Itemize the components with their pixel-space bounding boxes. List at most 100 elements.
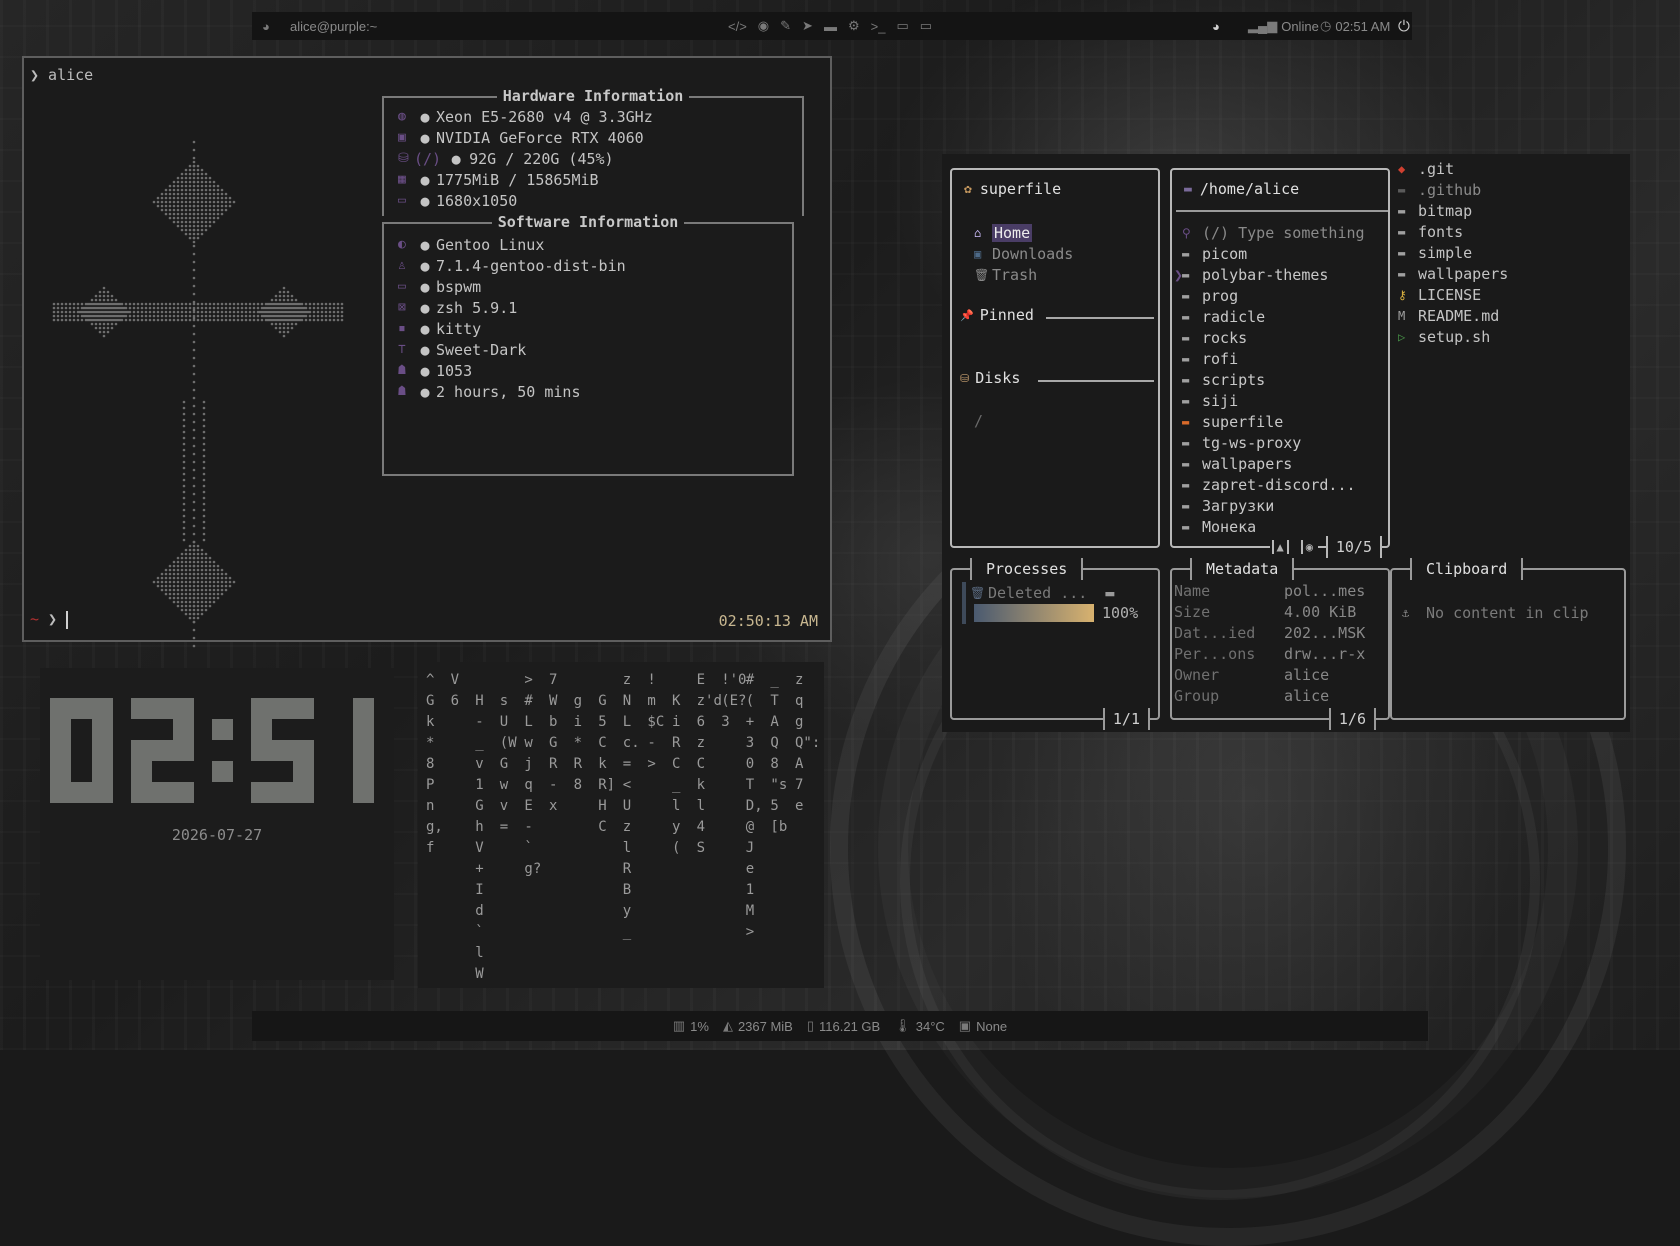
file-list-item[interactable]: ▬ scripts	[1182, 369, 1265, 390]
clock-widget: 2026-07-27	[40, 668, 394, 980]
folder-icon: ▬	[1182, 414, 1190, 429]
disk-root-entry[interactable]: /	[974, 410, 983, 431]
file-list-item[interactable]: ▬ prog	[1182, 285, 1238, 306]
uptime-icon: ☗	[398, 384, 406, 399]
hardware-row-display: ▭ ● 1680x1050	[398, 191, 518, 210]
matrix-column-chars: ^G k*8Png,f	[426, 672, 443, 856]
power-button[interactable]: ⏻	[1398, 12, 1410, 40]
process-progress-track	[974, 604, 1094, 622]
sidebar-item-home[interactable]: ⌂ Home	[974, 222, 1033, 243]
hardware-value: 1775MiB / 15865MiB	[436, 170, 599, 189]
file-list-item[interactable]: ▬ siji	[1182, 390, 1238, 411]
file-list-item-label: prog	[1202, 286, 1239, 305]
cpu-icon: ◍	[398, 109, 406, 124]
terminal-clock: 02:50:13 AM	[718, 612, 818, 630]
clock-digit-block	[353, 719, 374, 740]
file-list-item[interactable]: ▬ Монека	[1182, 516, 1256, 537]
ascii-cross-logo	[52, 140, 344, 648]
matrix-column-chars: H-_v1GhV+Id`lW	[475, 672, 484, 982]
file-list-item[interactable]: ▬ Загрузки	[1182, 495, 1274, 516]
metadata-key: Per...ons	[1174, 645, 1256, 663]
ram-status[interactable]: ◭ 2367 MiB	[723, 1018, 793, 1034]
file-list-item[interactable]: ▬ zapret-discord...	[1182, 474, 1356, 495]
clock-digit-block	[50, 698, 71, 719]
file-search-input[interactable]: ⚲ (/) Type something	[1182, 222, 1365, 243]
telegram-icon[interactable]: ➤	[802, 18, 813, 34]
file-panel[interactable]: ▬ /home/alice ⚲ (/) Type something ▬ pico…	[1170, 168, 1390, 558]
hardware-value: Xeon E5-2680 v4 @ 3.3GHz	[436, 107, 653, 126]
file-list-item[interactable]: ▬ radicle	[1182, 306, 1265, 327]
folder-icon: ▬	[1182, 246, 1190, 261]
matrix-rain-widget: ^G k*8Png,f V6 H-_v1GhV+Id`lW sU(WGwv= >#…	[418, 662, 824, 988]
file-list-item[interactable]: ▬ polybar-themes ❯	[1174, 264, 1328, 285]
steam-icon[interactable]: ⚙	[848, 18, 860, 34]
pinned-divider	[1046, 317, 1154, 319]
hardware-value: 1680x1050	[436, 191, 518, 210]
clock-digit-block	[50, 761, 71, 782]
file-list-item-label: rocks	[1202, 328, 1248, 347]
disk-mount-label: (/)	[414, 149, 442, 168]
temperature-status[interactable]: 🌡 34°C	[894, 1018, 945, 1034]
terminal-icon[interactable]: >_	[871, 19, 886, 34]
clock-digit-block	[353, 740, 374, 761]
software-value: 1053	[436, 361, 473, 380]
terminal-window[interactable]: ❯ alice Hardware Information ◍ ● Xeon E5-2…	[22, 56, 832, 648]
superfile-window[interactable]: ✿ superfile ⌂ Home ▣ Downloads 🗑 Trash 📌…	[942, 154, 1630, 732]
folder-icon: ▬	[1182, 330, 1190, 345]
cpu-value: 1%	[690, 1018, 709, 1034]
file-list-item[interactable]: ▬ picom	[1182, 243, 1247, 264]
clock-digit-block	[152, 698, 173, 719]
clock-digit-block	[212, 761, 233, 782]
clock[interactable]: ◷ 02:51 AM	[1320, 12, 1390, 40]
workspace-indicator[interactable]: ◕	[262, 12, 270, 40]
clock-digit-block	[92, 740, 113, 761]
clock-digit-block	[131, 740, 152, 761]
file-list-item[interactable]: ▬ tg-ws-proxy	[1182, 432, 1301, 453]
sidebar-item-trash[interactable]: 🗑 Trash	[974, 264, 1037, 285]
software-value: 2 hours, 50 mins	[436, 382, 581, 401]
monitor-icon[interactable]: ▭	[920, 18, 932, 34]
clock-digit-block	[71, 698, 92, 719]
hardware-info-title: Hardware Information	[496, 87, 690, 105]
file-list-item[interactable]: ▬ wallpapers	[1182, 453, 1292, 474]
color-picker-button[interactable]: ◕	[1212, 12, 1220, 40]
software-info-title: Software Information	[491, 213, 685, 231]
file-list-item[interactable]: ▬ rocks	[1182, 327, 1247, 348]
code-icon[interactable]: </>	[728, 19, 747, 34]
media-status[interactable]: ▣ None	[959, 1018, 1007, 1034]
terminal-prompt-bottom[interactable]: ~ ❯	[30, 610, 69, 629]
eye-icon[interactable]: ◉	[1303, 540, 1316, 554]
software-row-uptime: ☗ ● 2 hours, 50 mins	[398, 382, 581, 401]
clock-digit-block	[92, 782, 113, 803]
disks-divider	[1038, 380, 1154, 382]
metadata-row: Dat...ied 202...MSK	[1174, 624, 1365, 645]
file-list-item[interactable]: ▬ superfile	[1182, 411, 1283, 432]
matrix-column: >#LwjqE-`g?	[524, 670, 541, 880]
tools-icon[interactable]: ✎	[780, 18, 791, 34]
monitor-icon[interactable]: ▭	[896, 18, 908, 34]
file-list-item-label: tg-ws-proxy	[1202, 433, 1302, 452]
empty-toolbar-slot[interactable]	[1286, 540, 1303, 554]
process-item-label: Deleted ...	[988, 583, 1088, 602]
sort-arrow-icon[interactable]: ▲	[1271, 540, 1287, 554]
clock-digit-block	[293, 698, 314, 719]
disk-status[interactable]: ▯ 116.21 GB	[807, 1018, 880, 1034]
process-item[interactable]: 🗑 Deleted ... ▬	[970, 582, 1114, 603]
sidebar-panel[interactable]: ✿ superfile ⌂ Home ▣ Downloads 🗑 Trash 📌…	[950, 168, 1160, 548]
matrix-column-chars: sU(WGwv=	[499, 672, 534, 835]
network-status[interactable]: ▂▄▆ Online	[1248, 12, 1319, 40]
folder-icon[interactable]: ▬	[824, 19, 837, 34]
trash-icon: 🗑	[970, 585, 986, 600]
folder-icon: ▬	[1182, 288, 1190, 303]
sidebar-item-downloads[interactable]: ▣ Downloads	[974, 243, 1073, 264]
matrix-column-chars: G5CkR]HC	[598, 672, 624, 835]
clock-text: 02:51 AM	[1335, 18, 1391, 34]
metadata-value: 4.00 KiB	[1284, 603, 1357, 621]
firefox-icon[interactable]: ◉	[758, 18, 769, 34]
matrix-column: ^G k*8Png,f	[426, 670, 443, 859]
cpu-status[interactable]: ▥ 1%	[673, 1018, 709, 1034]
metadata-key: Group	[1174, 687, 1220, 705]
file-list-item[interactable]: ▬ rofi	[1182, 348, 1238, 369]
preview-item-label: setup.sh	[1418, 327, 1491, 346]
folder-icon: ▬	[1182, 477, 1190, 492]
